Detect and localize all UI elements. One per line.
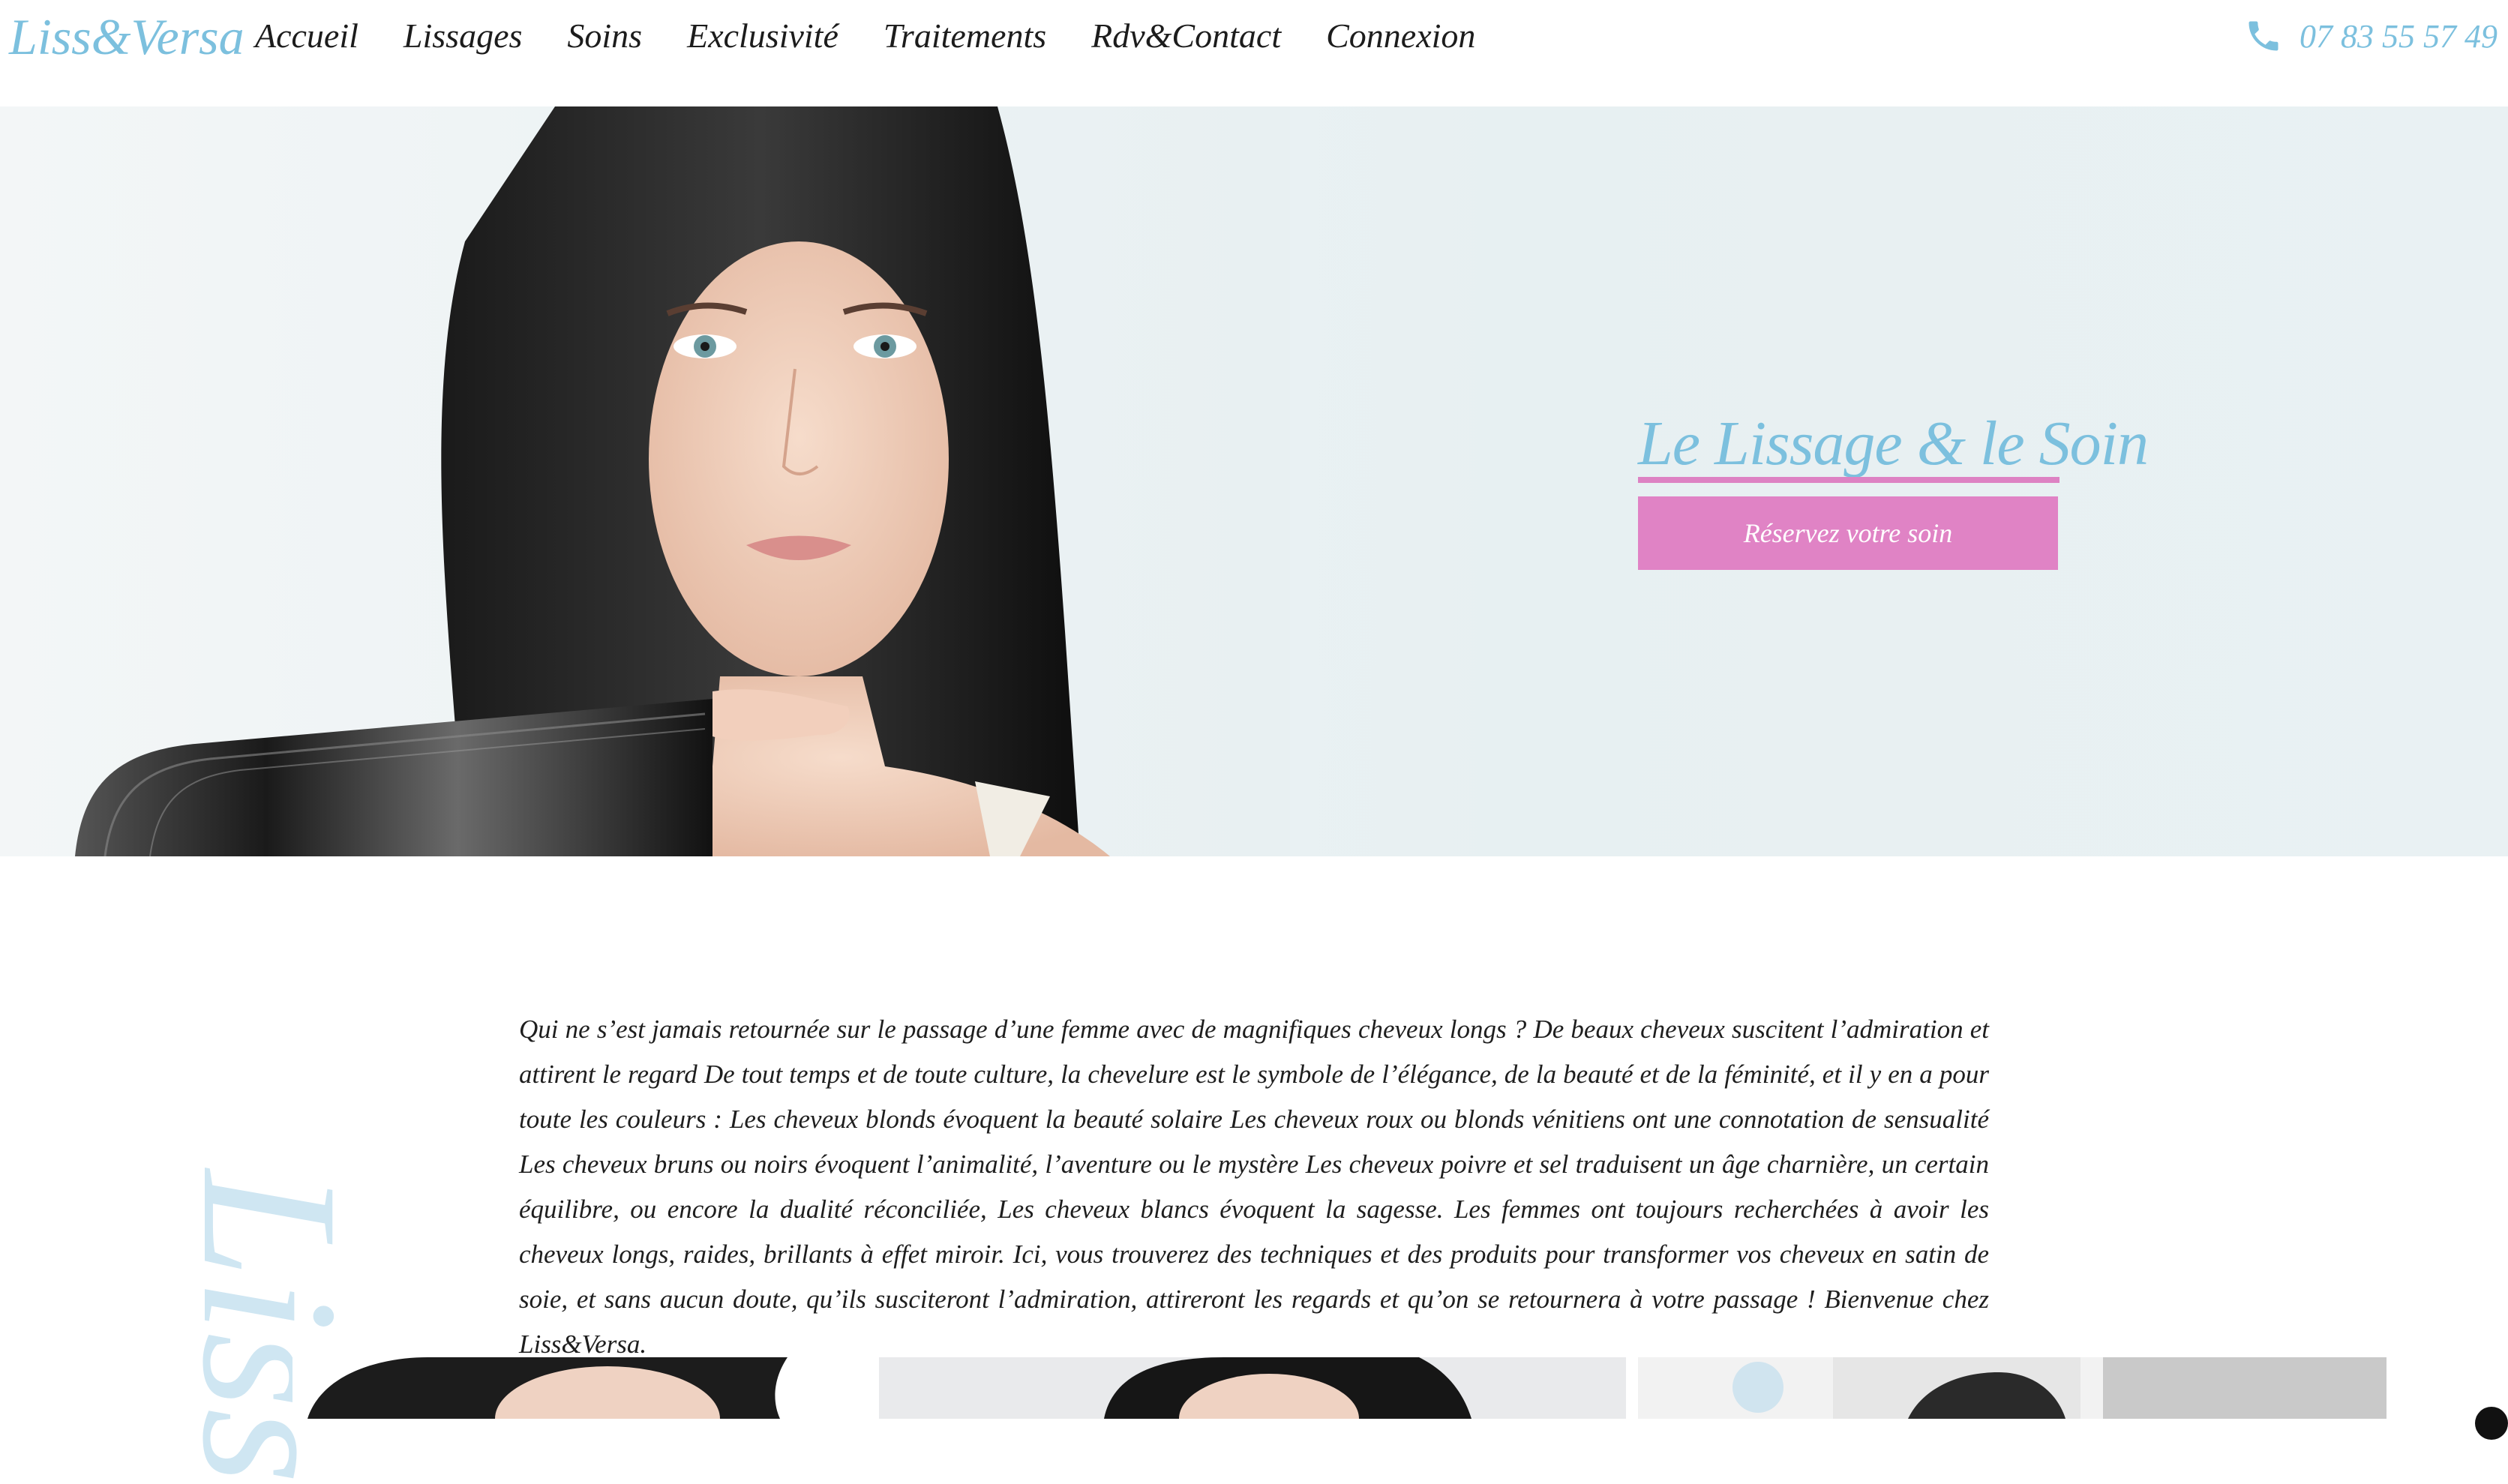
- phone-number: 07 83 55 57 49: [2300, 17, 2498, 55]
- site-logo[interactable]: Liss&Versa: [9, 1, 244, 72]
- book-treatment-button[interactable]: Réservez votre soin: [1638, 496, 2058, 570]
- phone-icon: [2248, 21, 2278, 51]
- hero-banner: Le Lissage & le Soin Réservez votre soin: [0, 106, 2508, 856]
- nav-item-exclusivite[interactable]: Exclusivité: [687, 3, 838, 69]
- hero-title-underline: [1638, 477, 2060, 483]
- main-nav: Accueil Lissages Soins Exclusivité Trait…: [255, 3, 1475, 69]
- phone-link[interactable]: 07 83 55 57 49: [2244, 6, 2498, 66]
- nav-item-rdv-contact[interactable]: Rdv&Contact: [1091, 3, 1281, 69]
- nav-item-lissages[interactable]: Lissages: [404, 3, 522, 69]
- nav-item-accueil[interactable]: Accueil: [255, 3, 358, 69]
- site-header: Liss&Versa Accueil Lissages Soins Exclus…: [0, 0, 2508, 106]
- scroll-to-top-button[interactable]: [2475, 1407, 2508, 1440]
- gallery-image-portrait[interactable]: [292, 1357, 878, 1419]
- gallery-image-salon[interactable]: [1638, 1357, 2386, 1419]
- nav-item-soins[interactable]: Soins: [567, 3, 642, 69]
- decorative-watermark: Liss: [162, 1170, 378, 1484]
- nav-item-connexion[interactable]: Connexion: [1326, 3, 1475, 69]
- nav-item-traitements[interactable]: Traitements: [884, 3, 1046, 69]
- hero-title: Le Lissage & le Soin: [1638, 409, 2149, 478]
- gallery-image-hair-treatment[interactable]: [879, 1357, 1626, 1419]
- hero-portrait-image: [0, 106, 1290, 856]
- intro-paragraph: Qui ne s’est jamais retournée sur le pas…: [519, 1015, 1989, 1359]
